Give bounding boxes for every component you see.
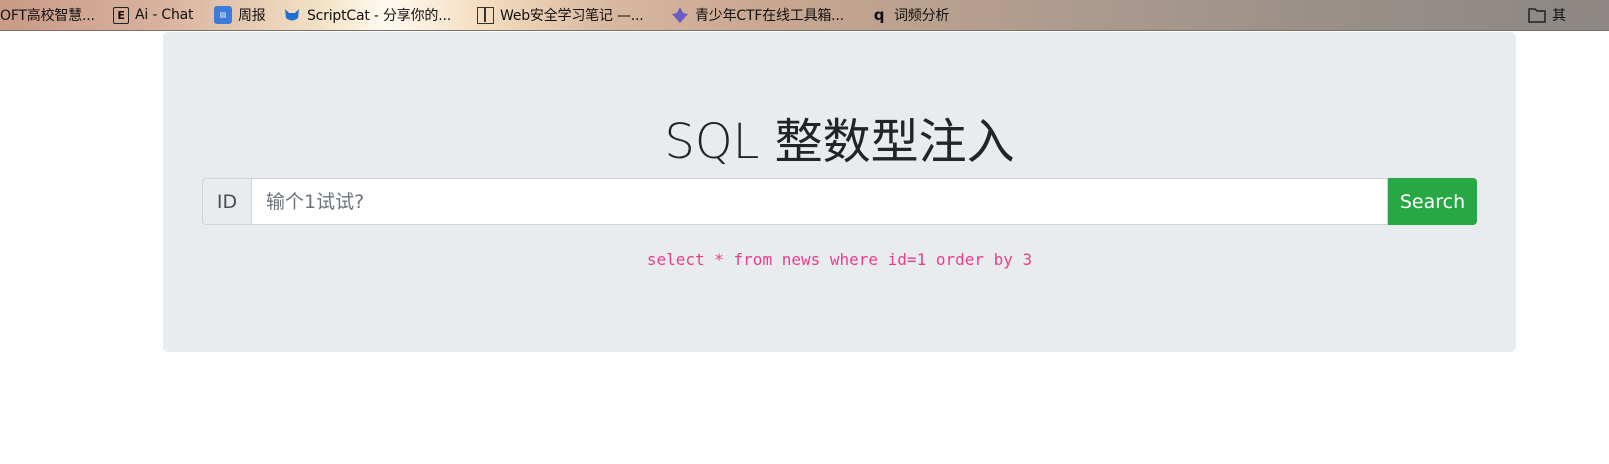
search-button[interactable]: Search [1388, 178, 1477, 225]
page-title: SQL 整数型注入 [664, 114, 1015, 170]
bookmark-label: Ai - Chat [135, 7, 194, 23]
bookmark-word-freq[interactable]: q 词频分析 [870, 0, 950, 30]
bookmark-ctf-tools[interactable]: 青少年CTF在线工具箱... [671, 0, 844, 30]
bookmark-label: 其 [1552, 8, 1566, 24]
folder-icon [1528, 6, 1546, 24]
bookmark-label: 青少年CTF在线工具箱... [695, 8, 844, 24]
id-search-form: ID Search [202, 178, 1477, 225]
bookmark-label: ScriptCat - 分享你的... [307, 8, 451, 24]
jumbotron: SQL 整数型注入 ID Search select * from news w… [163, 32, 1516, 352]
bookmark-label: 词频分析 [894, 8, 950, 24]
bookmark-oft[interactable]: OFT高校智慧... [0, 0, 95, 30]
q-icon: q [873, 6, 885, 24]
bookmark-web-security[interactable]: Web安全学习笔记 —... [477, 0, 644, 30]
bookmark-folder-other[interactable]: 其 [1528, 0, 1566, 30]
bookmark-label: OFT高校智慧... [0, 8, 95, 24]
cat-icon [283, 6, 301, 24]
ctf-logo-icon [671, 6, 689, 24]
bookmark-scriptcat[interactable]: ScriptCat - 分享你的... [283, 0, 451, 30]
id-input[interactable] [251, 178, 1388, 225]
sql-query-text: select * from news where id=1 order by 3 [646, 250, 1033, 269]
bookmark-ai-chat[interactable]: E Ai - Chat [113, 0, 194, 30]
id-label: ID [202, 178, 251, 225]
e-letter-icon: E [113, 6, 129, 24]
book-icon [477, 6, 494, 24]
bookmarks-bar: OFT高校智慧... E Ai - Chat ▤ 周报 ScriptCat - … [0, 0, 1609, 31]
bookmark-label: 周报 [238, 8, 266, 24]
blue-app-icon: ▤ [214, 6, 232, 24]
bookmark-label: Web安全学习笔记 —... [500, 8, 644, 24]
bookmark-weekly[interactable]: ▤ 周报 [214, 0, 266, 30]
